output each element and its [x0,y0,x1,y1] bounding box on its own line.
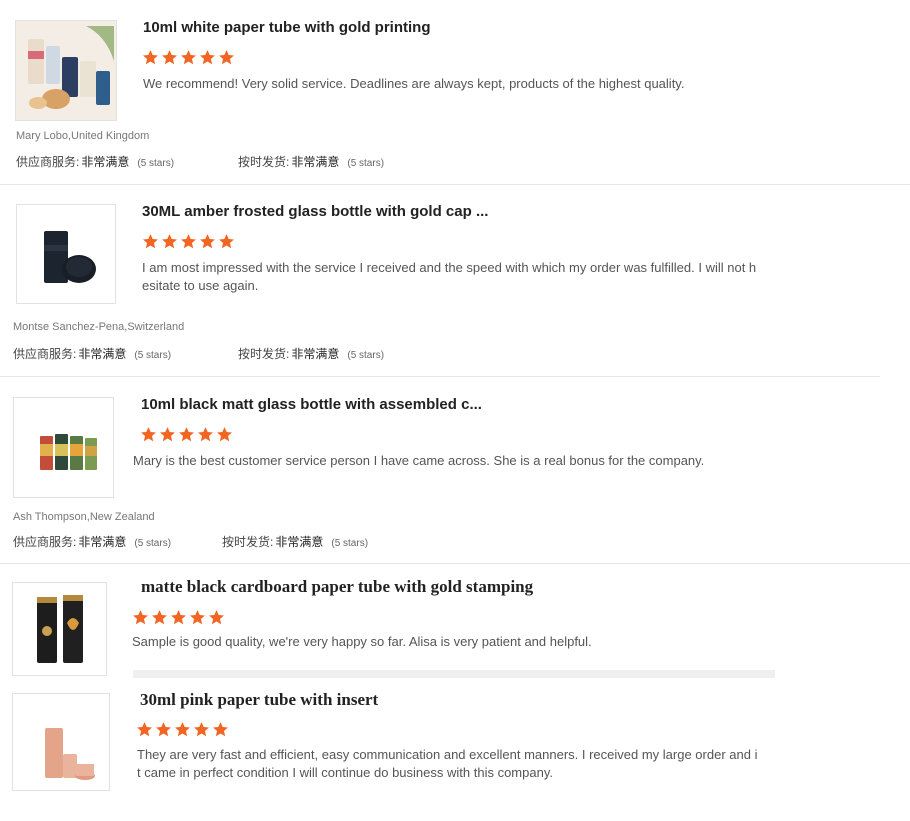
review-text-line: We recommend! Very solid service. Deadli… [143,76,685,91]
service-value: 非常满意 [78,535,127,549]
star-icon [143,234,158,249]
star-icon [219,234,234,249]
product-image-black-paper-tube[interactable] [12,582,107,676]
supplier-service-rating: 供应商服务: 非常满意 (5 stars) [16,153,174,170]
on-time-delivery-rating: 按时发货: 非常满意 (5 stars) [238,345,384,362]
product-title[interactable]: 30ml pink paper tube with insert [140,690,378,710]
delivery-value: 非常满意 [291,155,340,169]
delivery-label: 按时发货: [238,155,290,169]
star-icon [162,234,177,249]
product-title[interactable]: 10ml white paper tube with gold printing [143,19,431,36]
product-title[interactable]: 30ML amber frosted glass bottle with gol… [142,203,488,220]
delivery-count: (5 stars) [347,350,385,361]
service-value: 非常满意 [81,155,130,169]
service-label: 供应商服务: [13,347,77,361]
star-icon [143,50,158,65]
star-icon [162,50,177,65]
star-rating [142,49,235,66]
review-text-line: I am most impressed with the service I r… [142,260,757,275]
star-icon [219,50,234,65]
star-icon [194,722,209,737]
delivery-value: 非常满意 [291,347,340,361]
supplier-service-rating: 供应商服务: 非常满意 (5 stars) [13,533,171,550]
reviewer-name: Ash Thompson,New Zealand [13,511,155,523]
star-icon [213,722,228,737]
review-text: They are very fast and efficient, easy c… [137,746,757,782]
delivery-label: 按时发货: [238,347,290,361]
product-photo-icon [16,21,116,120]
product-image-amber-bottle[interactable] [16,204,116,304]
section-separator [133,670,775,678]
review-text-line: esitate to use again. [142,278,259,293]
star-rating [140,426,233,443]
star-rating [132,609,225,626]
delivery-value: 非常满意 [275,535,324,549]
star-icon [190,610,205,625]
star-icon [181,50,196,65]
star-icon [217,427,232,442]
product-photo-icon [14,398,113,497]
product-image-black-matt-bottle[interactable] [13,397,114,498]
star-icon [200,234,215,249]
star-icon [133,610,148,625]
product-title[interactable]: matte black cardboard paper tube with go… [141,577,533,597]
review-text: We recommend! Very solid service. Deadli… [143,75,684,93]
review-divider [0,376,880,377]
product-photo-icon [13,694,109,790]
star-icon [198,427,213,442]
star-icon [175,722,190,737]
delivery-count: (5 stars) [347,158,385,169]
service-count: (5 stars) [137,158,175,169]
service-count: (5 stars) [134,538,172,549]
on-time-delivery-rating: 按时发货: 非常满意 (5 stars) [238,153,384,170]
review-text-line: Mary is the best customer service person… [133,453,705,468]
product-photo-icon [17,205,115,303]
review-text-line: Sample is good quality, we're very happy… [132,634,592,649]
product-title[interactable]: 10ml black matt glass bottle with assemb… [141,396,482,413]
supplier-service-rating: 供应商服务: 非常满意 (5 stars) [13,345,171,362]
service-label: 供应商服务: [13,535,77,549]
star-icon [200,50,215,65]
service-count: (5 stars) [134,350,172,361]
star-icon [171,610,186,625]
reviewer-name: Mary Lobo,United Kingdom [16,130,150,142]
product-photo-icon [13,583,106,675]
star-icon [181,234,196,249]
review-divider [0,184,910,185]
star-icon [156,722,171,737]
reviewer-name: Montse Sanchez-Pena,Switzerland [13,321,185,333]
review-text: Mary is the best customer service person… [133,452,704,470]
delivery-label: 按时发货: [222,535,274,549]
star-icon [152,610,167,625]
star-rating [136,721,229,738]
delivery-count: (5 stars) [331,538,369,549]
service-value: 非常满意 [78,347,127,361]
star-rating [142,233,235,250]
star-icon [141,427,156,442]
product-image-pink-paper-tube[interactable] [12,693,110,791]
review-text: Sample is good quality, we're very happy… [132,633,592,651]
review-text-line: They are very fast and efficient, easy c… [137,747,758,762]
review-divider [0,563,910,564]
review-text-line: t came in perfect condition I will conti… [137,765,553,780]
service-label: 供应商服务: [16,155,80,169]
star-icon [137,722,152,737]
review-text: I am most impressed with the service I r… [142,259,756,295]
star-icon [160,427,175,442]
on-time-delivery-rating: 按时发货: 非常满意 (5 stars) [222,533,368,550]
star-icon [179,427,194,442]
star-icon [209,610,224,625]
product-image-white-tubes[interactable] [15,20,117,121]
